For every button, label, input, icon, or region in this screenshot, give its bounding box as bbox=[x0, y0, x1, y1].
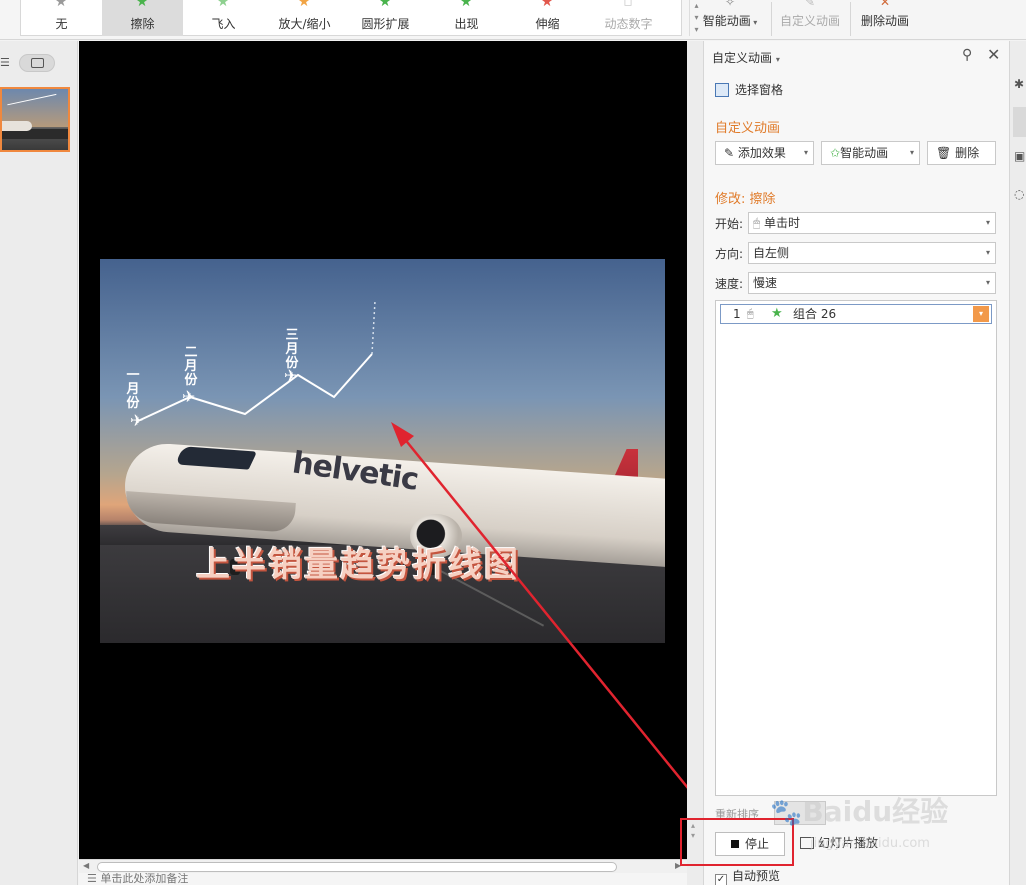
start-label: 开始: bbox=[715, 217, 744, 231]
star-green-icon: ★ bbox=[135, 0, 149, 10]
gallery-item-circle[interactable]: ★ 圆形扩展 bbox=[345, 0, 426, 36]
star-green-icon: ★ bbox=[459, 0, 473, 10]
section-custom-animation: 自定义动画 bbox=[715, 121, 781, 136]
slide-thumbnail-panel: ☰ bbox=[0, 41, 78, 885]
animation-ribbon: ★ 无 ★ 擦除 ★ 飞入 ★ 放大/缩小 ★ 圆形扩展 ★ 出现 ★ 伸缩 ▫ bbox=[0, 0, 1026, 40]
smart-animation-icon: ✧ bbox=[724, 0, 736, 9]
trash-icon: 🗑 bbox=[936, 146, 952, 160]
pane-splitter[interactable]: ▴ ▾ bbox=[687, 41, 703, 885]
tool-icon[interactable]: ✱ bbox=[1014, 77, 1024, 91]
side-toolbar: ✱ ▣ ◌ bbox=[1009, 41, 1026, 885]
pane-smart-animation-button[interactable]: ✩智能动画 ▾ bbox=[821, 141, 920, 165]
notes-area[interactable]: ☰ 单击此处添加备注 bbox=[79, 873, 687, 885]
star-green-icon: ★ bbox=[771, 306, 783, 321]
chevron-down-icon: ▾ bbox=[909, 148, 914, 157]
digits-icon: ▫ bbox=[623, 0, 633, 10]
delete-animation-button[interactable]: ✕ 删除动画 bbox=[856, 0, 914, 38]
gallery-item-zoom[interactable]: ★ 放大/缩小 bbox=[264, 0, 345, 36]
gallery-item-fly-in[interactable]: ★ 飞入 bbox=[183, 0, 264, 36]
pane-header[interactable]: 自定义动画 ▾ bbox=[712, 49, 780, 66]
tool-icon[interactable]: ◌ bbox=[1014, 187, 1024, 201]
selection-pane-link[interactable]: 选择窗格 bbox=[715, 81, 783, 98]
speed-dropdown[interactable]: 慢速 ▾ bbox=[748, 272, 996, 294]
custom-animation-pane: 自定义动画 ▾ ⚲ ✕ 选择窗格 自定义动画 ✎ 添加效果 ▾ ✩智能动画 ▾ … bbox=[703, 41, 1009, 885]
mouse-icon: 🖱 bbox=[747, 307, 754, 320]
pin-icon[interactable]: ⚲ bbox=[962, 47, 972, 63]
tool-selected[interactable] bbox=[1013, 107, 1026, 137]
gallery-item-stretch[interactable]: ★ 伸缩 bbox=[507, 0, 588, 36]
thumbnail-plane bbox=[2, 121, 32, 131]
pane-delete-button[interactable]: 🗑 删除 bbox=[927, 141, 996, 165]
animation-list[interactable]: 1 🖱 ★ 组合 26 ▾ bbox=[715, 300, 997, 796]
canvas-horizontal-scrollbar[interactable]: ◀ ▶ bbox=[79, 859, 687, 873]
slide-view-toggle[interactable] bbox=[19, 54, 55, 72]
start-dropdown[interactable]: 🖱 单击时 ▾ bbox=[748, 212, 996, 234]
watermark-logo: 🐾Baidu经验 bbox=[770, 795, 949, 828]
star-green-icon: ★ bbox=[378, 0, 392, 10]
chevron-down-icon: ▾ bbox=[985, 218, 990, 227]
gallery-item-digits[interactable]: ▫ 动态数字 bbox=[588, 0, 669, 36]
notes-icon: ☰ bbox=[87, 873, 101, 885]
custom-animation-button[interactable]: ✎ 自定义动画 bbox=[776, 0, 844, 38]
gallery-item-wipe[interactable]: ★ 擦除 bbox=[102, 0, 183, 36]
modify-title: 修改: 擦除 bbox=[715, 192, 776, 207]
watermark-url: jingyan.baidu.com bbox=[810, 836, 930, 851]
chevron-down-icon: ▾ bbox=[985, 278, 990, 287]
slide-canvas[interactable]: helvetic ✈ ✈ ✈ 一月份 二月份 三月份 上半销量趋势折线图 bbox=[79, 41, 687, 859]
star-green-icon: ★ bbox=[216, 0, 230, 10]
star-gray-icon: ★ bbox=[54, 0, 68, 10]
add-effect-button[interactable]: ✎ 添加效果 ▾ bbox=[715, 141, 814, 165]
direction-dropdown[interactable]: 自左侧 ▾ bbox=[748, 242, 996, 264]
outline-icon[interactable]: ☰ bbox=[0, 56, 10, 69]
scroll-thumb[interactable] bbox=[97, 862, 617, 872]
gallery-item-none[interactable]: ★ 无 bbox=[21, 0, 102, 36]
chevron-down-icon: ▾ bbox=[803, 148, 808, 157]
slide-thumbnail-1[interactable] bbox=[0, 87, 70, 152]
slide-title[interactable]: 上半销量趋势折线图 bbox=[196, 537, 520, 586]
ribbon-divider bbox=[850, 2, 851, 36]
delete-animation-icon: ✕ bbox=[879, 0, 891, 9]
month-label-3: 三月份 bbox=[285, 328, 299, 371]
list-item[interactable]: 1 🖱 ★ 组合 26 ▾ bbox=[720, 304, 992, 324]
auto-preview-checkbox[interactable]: ✓ 自动预览 bbox=[715, 867, 780, 885]
chevron-down-icon: ▾ bbox=[775, 55, 780, 64]
custom-animation-icon: ✎ bbox=[804, 0, 816, 9]
slide-view-icon bbox=[31, 58, 44, 68]
month-label-2: 二月份 bbox=[184, 345, 198, 388]
animation-gallery: ★ 无 ★ 擦除 ★ 飞入 ★ 放大/缩小 ★ 圆形扩展 ★ 出现 ★ 伸缩 ▫ bbox=[20, 0, 699, 36]
selection-pane-icon bbox=[715, 83, 729, 97]
chevron-down-icon: ▾ bbox=[985, 248, 990, 257]
pencil-icon: ✎ bbox=[724, 146, 735, 160]
trend-polyline bbox=[137, 353, 373, 422]
trend-fade bbox=[371, 300, 376, 355]
checkbox-checked-icon: ✓ bbox=[715, 874, 727, 885]
gallery-item-appear[interactable]: ★ 出现 bbox=[426, 0, 507, 36]
direction-label: 方向: bbox=[715, 247, 744, 261]
chevron-down-icon[interactable]: ▾ bbox=[973, 306, 989, 322]
star-red-icon: ★ bbox=[540, 0, 554, 10]
paw-icon: 🐾 bbox=[770, 798, 803, 828]
star-icon: ✩ bbox=[830, 146, 841, 160]
slide[interactable]: helvetic ✈ ✈ ✈ 一月份 二月份 三月份 上半销量趋势折线图 bbox=[100, 259, 665, 643]
mouse-icon: 🖱 bbox=[753, 216, 761, 230]
plane-marker-icon: ✈ bbox=[182, 387, 196, 406]
ribbon-divider bbox=[771, 2, 772, 36]
thumbnail-trend-line bbox=[7, 93, 59, 117]
speed-label: 速度: bbox=[715, 277, 744, 291]
smart-animation-button[interactable]: ✧ 智能动画 ▾ bbox=[695, 0, 765, 38]
month-label-1: 一月份 bbox=[126, 368, 140, 411]
close-icon[interactable]: ✕ bbox=[987, 45, 1000, 64]
scroll-left-icon[interactable]: ◀ bbox=[83, 861, 89, 870]
plane-marker-icon: ✈ bbox=[130, 411, 144, 430]
star-orange-icon: ★ bbox=[297, 0, 311, 10]
tool-icon[interactable]: ▣ bbox=[1014, 149, 1025, 163]
